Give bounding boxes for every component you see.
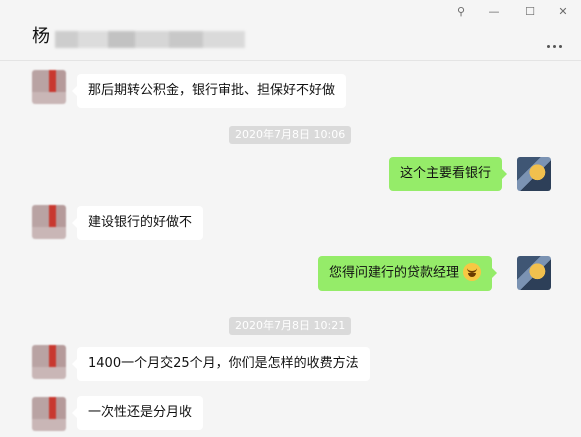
chat-window: 杨 ⚲ — ☐ ✕ 那后期转公积金，银行审批、担保好不好做 2020年7月8日 …: [0, 0, 581, 437]
title-bar: 杨 ⚲ — ☐ ✕: [0, 0, 581, 61]
close-button[interactable]: ✕: [554, 4, 572, 20]
message-bubble: 那后期转公积金，银行审批、担保好不好做: [71, 74, 347, 108]
avatar[interactable]: [32, 345, 66, 379]
pin-icon[interactable]: ⚲: [452, 4, 470, 20]
message-bubble: 建设银行的好做不: [71, 206, 204, 240]
laugh-crying-emoji: [463, 263, 482, 281]
avatar[interactable]: [32, 397, 66, 431]
contact-name: 杨: [32, 26, 50, 47]
avatar[interactable]: [32, 70, 66, 104]
message-bubble: 一次性还是分月收: [71, 396, 204, 430]
timestamp: 2020年7月8日 10:06: [229, 126, 352, 144]
blurred-name: [55, 31, 245, 48]
message-bubble: 1400一个月交25个月，你们是怎样的收费方法: [72, 347, 370, 381]
message-bubble: 这个主要看银行: [389, 157, 508, 191]
avatar[interactable]: [517, 256, 551, 290]
message-bubble: 您得问建行的贷款经理: [318, 256, 498, 291]
minimize-button[interactable]: —: [485, 4, 503, 20]
message-text: 您得问建行的贷款经理: [329, 265, 460, 281]
avatar[interactable]: [517, 157, 551, 191]
maximize-button[interactable]: ☐: [521, 4, 539, 20]
avatar[interactable]: [32, 205, 66, 239]
timestamp: 2020年7月8日 10:21: [229, 317, 352, 335]
more-dots-icon[interactable]: [547, 33, 567, 48]
